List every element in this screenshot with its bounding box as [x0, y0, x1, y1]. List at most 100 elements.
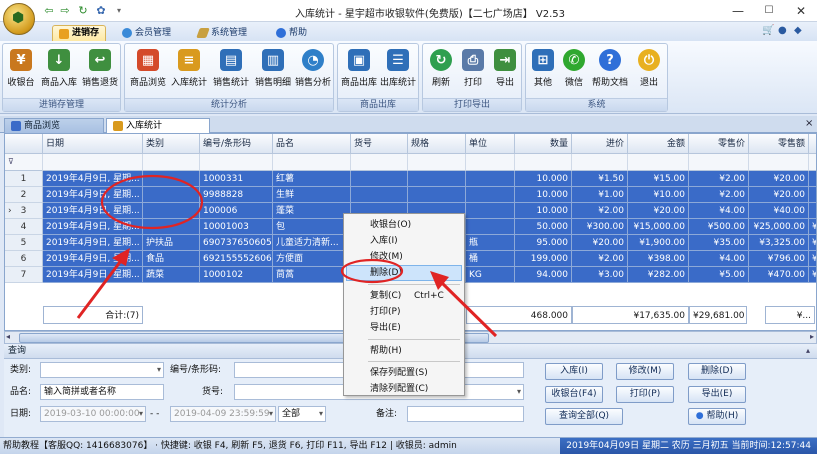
table-cell-extra[interactable]: ¥ — [809, 267, 816, 283]
date-from-input[interactable]: 2019-03-10 00:00:00 — [40, 406, 146, 422]
table-cell-sku[interactable] — [351, 187, 408, 203]
maximize-button[interactable]: ☐ — [754, 2, 784, 20]
filter-cell[interactable] — [408, 154, 466, 171]
cashier-button[interactable]: ¥ 收银台 — [5, 46, 37, 96]
table-cell-retail-amount[interactable]: ¥20.00 — [749, 171, 809, 187]
context-menu-item-save-columns[interactable]: 保存列配置(S) — [346, 365, 462, 381]
filter-cell[interactable] — [689, 154, 749, 171]
table-cell-category[interactable]: 食品 — [143, 251, 200, 267]
sales-detail-button[interactable]: ▥ 销售明细 — [253, 46, 293, 96]
row-number[interactable]: 7 — [5, 267, 43, 283]
table-cell-code[interactable]: 6921555526064 — [200, 251, 273, 267]
context-menu-item-edit[interactable]: 修改(M) — [346, 249, 462, 265]
cashier-action-button[interactable]: 收银台(F4) — [545, 386, 603, 403]
context-menu-item-help[interactable]: 帮助(H) — [346, 343, 462, 359]
context-menu-item-print[interactable]: 打印(P) — [346, 304, 462, 320]
filter-cell[interactable] — [515, 154, 572, 171]
refresh-icon[interactable]: ↻ — [76, 4, 90, 17]
delete-action-button[interactable]: 删除(D) — [688, 363, 746, 380]
table-cell-category[interactable] — [143, 203, 200, 219]
table-cell-unit[interactable] — [466, 187, 515, 203]
table-cell-code[interactable]: 1000331 — [200, 171, 273, 187]
help-doc-button[interactable]: ? 帮助文档 — [590, 46, 630, 96]
collapse-icon[interactable]: ▴ — [806, 346, 810, 355]
table-cell-cost[interactable]: ¥2.00 — [572, 251, 628, 267]
row-number[interactable]: 3 › — [5, 203, 43, 219]
date-to-input[interactable]: 2019-04-09 23:59:59 — [170, 406, 276, 422]
scroll-left-icon[interactable]: ◂ — [6, 332, 10, 341]
row-number[interactable]: 6 — [5, 251, 43, 267]
table-cell-cost[interactable]: ¥300.00 — [572, 219, 628, 235]
table-cell-cost[interactable]: ¥2.00 — [572, 203, 628, 219]
ribbon-tab-system[interactable]: 系统管理 — [192, 25, 253, 41]
filter-cell[interactable] — [143, 154, 200, 171]
table-cell-extra[interactable]: ¥1, — [809, 235, 816, 251]
table-cell-extra[interactable] — [809, 171, 816, 187]
table-cell-retail-amount[interactable]: ¥40.00 — [749, 203, 809, 219]
table-cell-amount[interactable]: ¥10.00 — [628, 187, 689, 203]
table-cell-retail-price[interactable]: ¥35.00 — [689, 235, 749, 251]
table-cell-retail-price[interactable]: ¥4.00 — [689, 251, 749, 267]
table-cell-spec[interactable] — [408, 171, 466, 187]
table-cell-category[interactable]: 蔬菜 — [143, 267, 200, 283]
column-header-spec[interactable]: 规格 — [408, 134, 466, 154]
table-cell-extra[interactable]: ¥10, — [809, 219, 816, 235]
table-cell-retail-price[interactable]: ¥2.00 — [689, 171, 749, 187]
sales-return-button[interactable]: ↩ 销售退货 — [81, 46, 119, 96]
context-menu-item-stock-in[interactable]: 入库(I) — [346, 233, 462, 249]
column-header-category[interactable]: 类别 — [143, 134, 200, 154]
refresh-button[interactable]: ↻ 刷新 — [427, 46, 455, 96]
table-cell-qty[interactable]: 10.000 — [515, 171, 572, 187]
table-cell-name[interactable]: 蓬菜 — [273, 203, 351, 219]
row-number[interactable]: 5 — [5, 235, 43, 251]
table-cell-date[interactable]: 2019年4月9日, 星期... — [43, 171, 143, 187]
filter-cell[interactable] — [809, 154, 816, 171]
column-header-unit[interactable]: 单位 — [466, 134, 515, 154]
table-cell-sku[interactable] — [351, 171, 408, 187]
table-cell-date[interactable]: 2019年4月9日, 星期... — [43, 235, 143, 251]
row-number[interactable]: 2 — [5, 187, 43, 203]
print-button[interactable]: ⎙ 打印 — [459, 46, 487, 96]
table-cell-amount[interactable]: ¥1,900.00 — [628, 235, 689, 251]
table-cell-code[interactable]: 10001003 — [200, 219, 273, 235]
stock-stats-button[interactable]: ≡ 入库统计 — [169, 46, 209, 96]
exit-button[interactable]: ⏻ 退出 — [634, 46, 664, 96]
row-number[interactable]: 4 — [5, 219, 43, 235]
column-header-cost[interactable]: 进价 — [572, 134, 628, 154]
table-cell-name[interactable]: 儿童适力清新... — [273, 235, 351, 251]
table-cell-cost[interactable]: ¥1.50 — [572, 171, 628, 187]
table-cell-amount[interactable]: ¥282.00 — [628, 267, 689, 283]
table-cell-date[interactable]: 2019年4月9日, 星期... — [43, 251, 143, 267]
table-cell-name[interactable]: 红薯 — [273, 171, 351, 187]
table-cell-retail-price[interactable]: ¥500.00 — [689, 219, 749, 235]
close-tab-icon[interactable]: × — [805, 118, 813, 129]
ribbon-tab-help[interactable]: 帮助 — [270, 25, 313, 41]
minimize-button[interactable]: — — [723, 2, 753, 20]
table-cell-retail-amount[interactable]: ¥3,325.00 — [749, 235, 809, 251]
other-button[interactable]: ⊞ 其他 — [529, 46, 557, 96]
filter-cell[interactable] — [273, 154, 351, 171]
back-icon[interactable]: ⇦ — [42, 4, 56, 17]
ribbon-tab-members[interactable]: 会员管理 — [116, 25, 177, 41]
table-cell-qty[interactable]: 50.000 — [515, 219, 572, 235]
table-cell-category[interactable] — [143, 171, 200, 187]
filter-cell[interactable] — [572, 154, 628, 171]
column-header-date[interactable]: 日期 — [43, 134, 143, 154]
date-range-select[interactable]: 全部 — [278, 406, 326, 422]
info-icon[interactable]: ● — [778, 25, 787, 36]
table-cell-date[interactable]: 2019年4月9日, 星期... — [43, 187, 143, 203]
forward-icon[interactable]: ⇨ — [58, 4, 72, 17]
table-cell-code[interactable]: 9988828 — [200, 187, 273, 203]
print-action-button[interactable]: 打印(P) — [616, 386, 674, 403]
table-cell-extra[interactable]: ¥ — [809, 251, 816, 267]
column-header-retail-amount[interactable]: 零售额 — [749, 134, 809, 154]
browse-goods-button[interactable]: ▦ 商品浏览 — [128, 46, 168, 96]
context-menu-item-export[interactable]: 导出(E) — [346, 320, 462, 336]
table-cell-extra[interactable] — [809, 203, 816, 219]
context-menu-item-delete[interactable]: 删除(D) — [346, 265, 462, 281]
table-cell-qty[interactable]: 95.000 — [515, 235, 572, 251]
table-cell-extra[interactable] — [809, 187, 816, 203]
context-menu-item-copy[interactable]: 复制(C) Ctrl+C — [346, 288, 462, 304]
table-cell-date[interactable]: 2019年4月9日, 星期... — [43, 203, 143, 219]
column-header-name[interactable]: 品名 — [273, 134, 351, 154]
